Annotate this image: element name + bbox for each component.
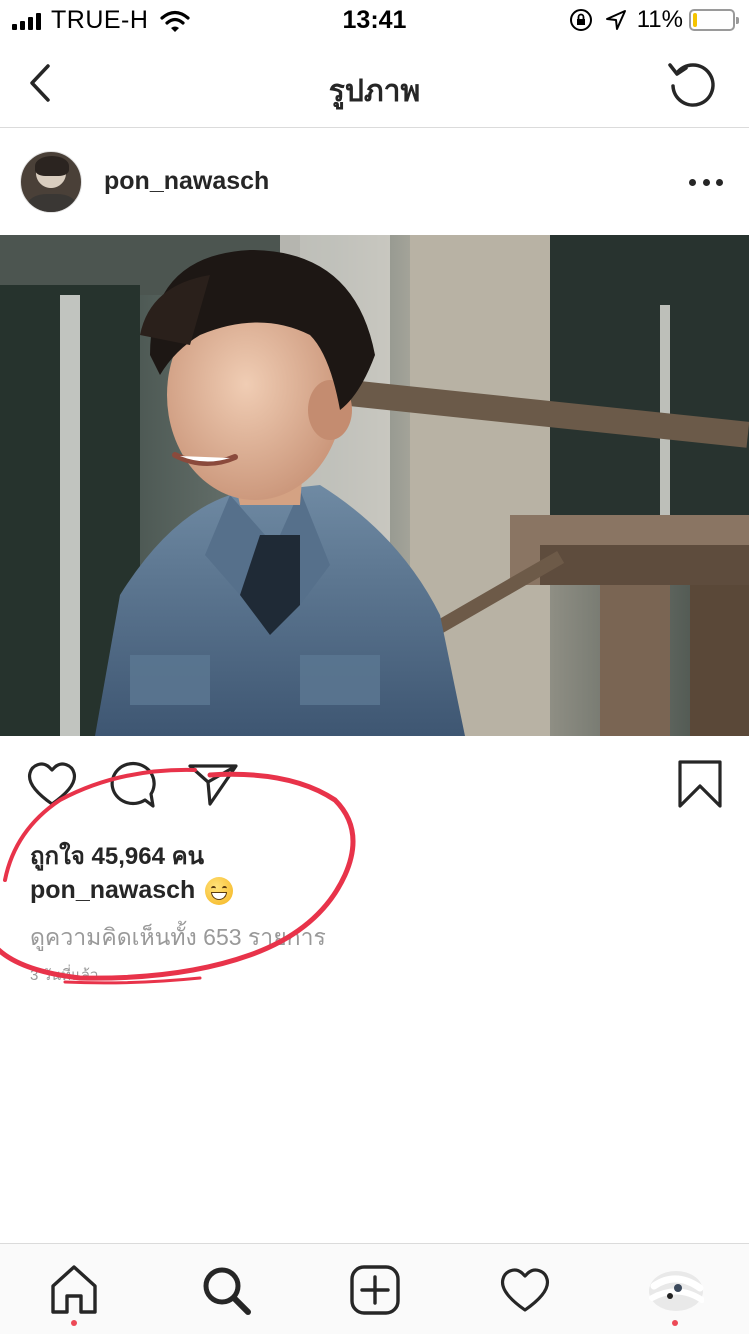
post-timestamp: 3 วันที่แล้ว: [30, 967, 99, 984]
profile-avatar[interactable]: [648, 1266, 704, 1316]
search-icon[interactable]: [198, 1262, 254, 1318]
post-username[interactable]: pon_nawasch: [104, 167, 269, 196]
home-notification-dot: [71, 1320, 77, 1326]
battery-fill: [693, 13, 697, 27]
ellipsis-icon[interactable]: [689, 173, 723, 191]
heart-icon[interactable]: [24, 758, 80, 810]
orientation-lock-icon: [569, 9, 592, 31]
home-icon[interactable]: [46, 1262, 102, 1318]
activity-heart-icon[interactable]: [497, 1262, 553, 1318]
bookmark-icon[interactable]: [672, 758, 728, 810]
post-photo-image: [0, 235, 749, 736]
view-comments-link[interactable]: ดูความคิดเห็นทั้ง 653 รายการ: [30, 920, 326, 956]
bottom-tab-bar: [0, 1243, 749, 1334]
status-bar: TRUE-H 13:41 11%: [0, 0, 749, 40]
page-title: รูปภาพ: [328, 75, 421, 108]
post-header: pon_nawasch: [0, 129, 749, 235]
caption: pon_nawasch: [30, 876, 234, 905]
post-actions: [0, 740, 749, 830]
location-arrow-icon: [605, 10, 626, 30]
avatar[interactable]: [20, 151, 82, 213]
comment-icon[interactable]: [105, 758, 161, 810]
nav-header: รูปภาพ: [0, 40, 749, 128]
likes-count[interactable]: ถูกใจ 45,964 คน: [30, 836, 204, 875]
post-photo[interactable]: [0, 235, 749, 736]
refresh-icon[interactable]: [665, 56, 719, 110]
add-post-icon[interactable]: [347, 1262, 403, 1318]
battery-percent: 11%: [636, 6, 683, 33]
status-right: 11%: [569, 6, 739, 34]
share-icon[interactable]: [186, 758, 242, 810]
profile-notification-dot: [672, 1320, 678, 1326]
battery-icon: [689, 9, 739, 31]
grinning-face-emoji: [205, 876, 234, 905]
caption-username[interactable]: pon_nawasch: [30, 876, 195, 905]
